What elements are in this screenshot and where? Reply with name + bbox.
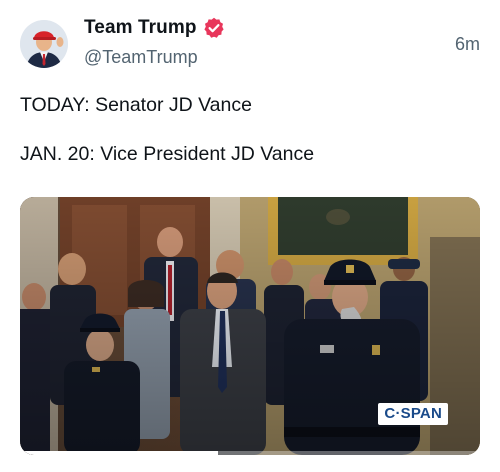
video-progress-fill — [20, 451, 218, 455]
post-card[interactable]: Team Trump @TeamTrump 6m TODAY: Senator … — [0, 0, 500, 472]
author-name-row: Team Trump — [84, 17, 225, 39]
author-handle[interactable]: @TeamTrump — [84, 47, 198, 68]
post-text-line: JAN. 20: Vice President JD Vance — [20, 143, 315, 165]
author-display-name[interactable]: Team Trump — [84, 17, 197, 39]
cspan-watermark: C·SPAN — [378, 403, 448, 425]
video-progress-bar[interactable] — [20, 451, 480, 455]
post-text: TODAY: Senator JD Vance JAN. 20: Vice Pr… — [20, 92, 480, 167]
verified-badge-icon — [203, 17, 225, 39]
avatar[interactable] — [20, 20, 68, 68]
profile-photo — [20, 20, 68, 68]
video-player[interactable]: C·SPAN — [20, 197, 480, 455]
post-text-line: TODAY: Senator JD Vance — [20, 94, 252, 116]
post-timestamp[interactable]: 6m — [455, 34, 480, 55]
